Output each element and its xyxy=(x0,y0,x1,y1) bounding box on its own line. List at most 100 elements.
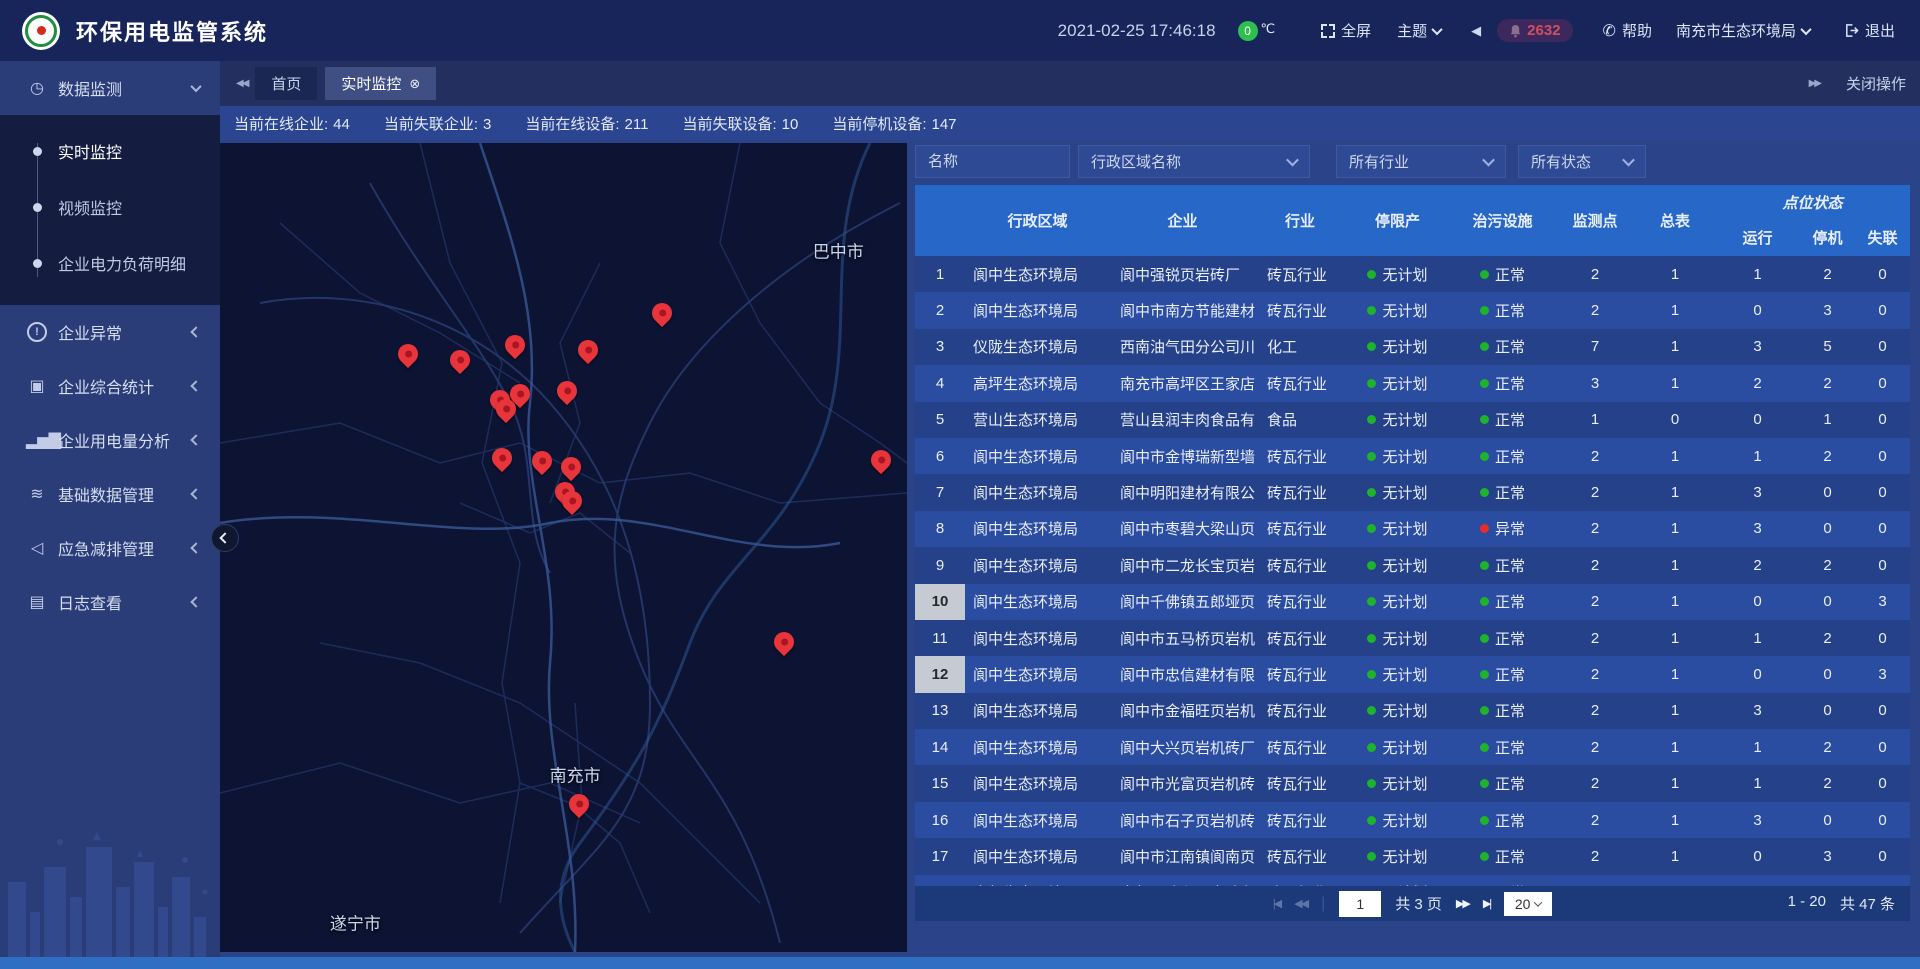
cell-company: 西南油气田分公司川中 xyxy=(1110,329,1255,365)
table-row[interactable]: 12阆中生态环境局阆中市忠信建材有限公砖瓦行业无计划正常21003 xyxy=(915,656,1910,692)
fullscreen-button[interactable]: 全屏 xyxy=(1321,20,1371,41)
pagination-divider: | xyxy=(1321,895,1325,913)
total-pages-label: 共 3 页 xyxy=(1395,893,1442,914)
cell-industry: 砖瓦行业 xyxy=(1255,584,1345,620)
notification-badge[interactable]: 2632 xyxy=(1497,19,1572,42)
table-row[interactable]: 13阆中生态环境局阆中市金福旺页岩机砖砖瓦行业无计划正常21300 xyxy=(915,693,1910,729)
org-menu-button[interactable]: 南充市生态环境局 xyxy=(1676,20,1810,41)
cell-total-meter: 1 xyxy=(1635,292,1715,328)
sound-mute-button[interactable]: ◀ xyxy=(1471,23,1481,39)
table-row[interactable]: 16阆中生态环境局阆中市石子页岩机砖厂砖瓦行业无计划正常21300 xyxy=(915,802,1910,838)
cell-run-count: 0 xyxy=(1715,402,1800,438)
cell-total-meter: 1 xyxy=(1635,438,1715,474)
cell-row-number: 4 xyxy=(915,365,965,401)
sidebar-item-1[interactable]: ◷数据监测 xyxy=(0,61,220,115)
close-operations-button[interactable]: 关闭操作 xyxy=(1846,73,1906,94)
tabs-scroll-left-icon[interactable]: ◀◀ xyxy=(236,78,247,89)
sidebar-item-3[interactable]: ▣企业综合统计 xyxy=(0,359,220,413)
map-panel[interactable]: 巴中市南充市遂宁市 xyxy=(220,143,907,952)
cell-lost-count: 0 xyxy=(1855,438,1910,474)
sidebar-subitem-1[interactable]: 实时监控 xyxy=(0,123,220,179)
cell-region: 阆中生态环境局 xyxy=(965,729,1110,765)
table-row[interactable]: 14阆中生态环境局阆中大兴页岩机砖厂砖瓦行业无计划正常21120 xyxy=(915,729,1910,765)
cell-company: 阆中市枣碧大梁山页岩 xyxy=(1110,511,1255,547)
treatment-text: 正常 xyxy=(1495,628,1525,649)
first-page-button[interactable]: |◀ xyxy=(1273,897,1280,910)
help-button[interactable]: ✆ 帮助 xyxy=(1603,20,1652,41)
cell-region: 阆中生态环境局 xyxy=(965,547,1110,583)
cell-row-number: 16 xyxy=(915,802,965,838)
cell-total-meter: 1 xyxy=(1635,729,1715,765)
header-run: 运行 xyxy=(1715,219,1800,256)
table-row[interactable]: 7阆中生态环境局阆中明阳建材有限公司砖瓦行业无计划正常21300 xyxy=(915,474,1910,510)
sidebar-item-2[interactable]: !企业异常 xyxy=(0,305,220,359)
cell-run-count: 1 xyxy=(1715,438,1800,474)
logout-button[interactable]: 退出 xyxy=(1844,20,1895,41)
table-row[interactable]: 8阆中生态环境局阆中市枣碧大梁山页岩砖瓦行业无计划异常21300 xyxy=(915,511,1910,547)
status-dot-icon xyxy=(1367,816,1376,825)
total-count-label: 共 47 条 xyxy=(1840,893,1895,914)
page-size-select[interactable]: 20 xyxy=(1504,892,1552,916)
name-search-input[interactable] xyxy=(915,145,1070,178)
cell-stop-count: 0 xyxy=(1800,656,1855,692)
chevron-down-icon xyxy=(190,81,201,92)
cell-run-count: 3 xyxy=(1715,693,1800,729)
chevron-down-icon xyxy=(1534,898,1542,906)
tab-1[interactable]: 首页 xyxy=(255,67,317,100)
cell-limit-status: 无计划 xyxy=(1345,802,1450,838)
status-dot-icon xyxy=(1480,342,1489,351)
table-row[interactable]: 2阆中生态环境局阆中市南方节能建材有砖瓦行业无计划正常21030 xyxy=(915,292,1910,328)
status-dot-icon xyxy=(1367,342,1376,351)
table-row[interactable]: 6阆中生态环境局阆中市金博瑞新型墙材砖瓦行业无计划正常21120 xyxy=(915,438,1910,474)
sidebar-subitem-3[interactable]: 企业电力负荷明细 xyxy=(0,235,220,291)
cell-company: 南部县建兴页岩砖有限 xyxy=(1110,875,1255,886)
status-dot-icon xyxy=(1480,488,1489,497)
chevron-down-icon xyxy=(1622,154,1635,167)
table-row[interactable]: 10阆中生态环境局阆中千佛镇五郎垭页岩砖瓦行业无计划正常21003 xyxy=(915,584,1910,620)
cell-total-meter: 1 xyxy=(1635,838,1715,874)
theme-menu-button[interactable]: 主题 xyxy=(1397,20,1441,41)
tabs-scroll-right-icon[interactable]: ▶▶ xyxy=(1809,78,1820,89)
table-row[interactable]: 5营山生态环境局营山县润丰肉食品有限食品无计划正常10010 xyxy=(915,402,1910,438)
cell-stop-count: 2 xyxy=(1800,365,1855,401)
cell-row-number: 11 xyxy=(915,620,965,656)
tab-2[interactable]: 实时监控⊗ xyxy=(325,67,436,100)
next-page-button[interactable]: ▶▶ xyxy=(1456,897,1469,910)
table-row[interactable]: 17阆中生态环境局阆中市江南镇阆南页岩砖瓦行业无计划正常21030 xyxy=(915,838,1910,874)
chevron-left-icon xyxy=(190,596,201,607)
main-area: ◀◀ 首页实时监控⊗ ▶▶ 关闭操作 当前在线企业:44当前失联企业:3当前在线… xyxy=(220,61,1920,969)
table-row[interactable]: 4高坪生态环境局南充市高坪区王家店建砖瓦行业无计划正常31220 xyxy=(915,365,1910,401)
bar-chart-icon: ▂▅▇ xyxy=(26,430,48,450)
status-select[interactable]: 所有状态 xyxy=(1518,145,1646,178)
cell-stop-count: 0 xyxy=(1800,584,1855,620)
sidebar-item-7[interactable]: ▤日志查看 xyxy=(0,575,220,629)
cell-company: 阆中强锐页岩砖厂 xyxy=(1110,256,1255,292)
table-row[interactable]: 11阆中生态环境局阆中市五马桥页岩机砖砖瓦行业无计划正常21120 xyxy=(915,620,1910,656)
table-row[interactable]: 1阆中生态环境局阆中强锐页岩砖厂砖瓦行业无计划正常21120 xyxy=(915,256,1910,292)
cell-monitor-count: 2 xyxy=(1555,729,1635,765)
tab-close-icon[interactable]: ⊗ xyxy=(409,76,420,92)
table-row[interactable]: 9阆中生态环境局阆中市二龙长宝页岩砖砖瓦行业无计划正常21220 xyxy=(915,547,1910,583)
sidebar-item-6[interactable]: ◁应急减排管理 xyxy=(0,521,220,575)
last-page-button[interactable]: ▶| xyxy=(1483,897,1490,910)
cell-company: 阆中市五马桥页岩机砖 xyxy=(1110,620,1255,656)
table-row[interactable]: 3仪陇生态环境局西南油气田分公司川中化工无计划正常71350 xyxy=(915,329,1910,365)
sidebar-subitem-2[interactable]: 视频监控 xyxy=(0,179,220,235)
header-row-number xyxy=(915,185,965,256)
cell-region: 阆中生态环境局 xyxy=(965,256,1110,292)
sidebar-item-5[interactable]: ≋基础数据管理 xyxy=(0,467,220,521)
page-range-label: 1 - 20 xyxy=(1788,893,1826,914)
table-row[interactable]: 18南部生态环境局南部县建兴页岩砖有限砖瓦行业无计划正常21120 xyxy=(915,875,1910,886)
cell-treatment-status: 正常 xyxy=(1450,402,1555,438)
cell-monitor-count: 3 xyxy=(1555,365,1635,401)
sidebar-collapse-toggle[interactable] xyxy=(211,524,239,552)
sidebar-item-4[interactable]: ▂▅▇企业用电量分析 xyxy=(0,413,220,467)
table-row[interactable]: 15阆中生态环境局阆中市光富页岩机砖厂砖瓦行业无计划正常21120 xyxy=(915,765,1910,801)
industry-select[interactable]: 所有行业 xyxy=(1336,145,1506,178)
page-number-input[interactable] xyxy=(1339,891,1381,917)
region-select[interactable]: 行政区域名称 xyxy=(1078,145,1310,178)
cell-stop-count: 2 xyxy=(1800,875,1855,886)
cell-company: 阆中市南方节能建材有 xyxy=(1110,292,1255,328)
prev-page-button[interactable]: ◀◀ xyxy=(1294,897,1307,910)
cell-treatment-status: 正常 xyxy=(1450,729,1555,765)
